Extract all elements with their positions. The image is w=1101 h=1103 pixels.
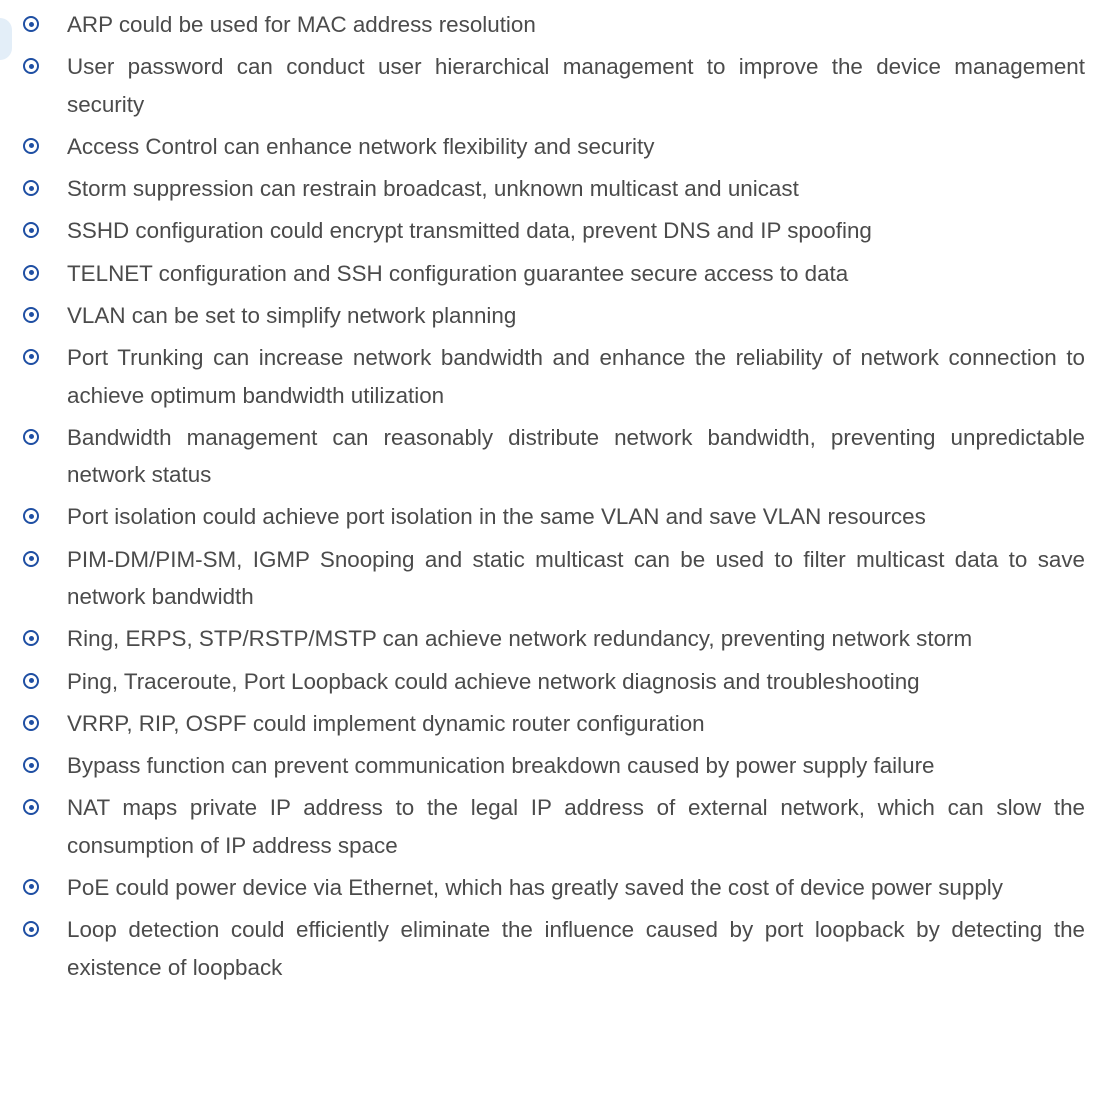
circled-dot-bullet-icon — [23, 508, 39, 525]
feature-list: ARP could be used for MAC address resolu… — [0, 0, 1101, 986]
feature-text: VLAN can be set to simplify network plan… — [67, 302, 517, 328]
list-item: PIM-DM/PIM-SM, IGMP Snooping and static … — [0, 541, 1101, 616]
feature-text: Bandwidth management can reasonably dist… — [67, 424, 1085, 488]
feature-page: ARP could be used for MAC address resolu… — [0, 0, 1101, 1103]
list-item: Ping, Traceroute, Port Loopback could ac… — [0, 663, 1101, 701]
list-item: Storm suppression can restrain broadcast… — [0, 170, 1101, 208]
feature-text: Port Trunking can increase network bandw… — [67, 344, 1085, 408]
circled-dot-bullet-icon — [23, 222, 39, 239]
circled-dot-bullet-icon — [23, 137, 39, 154]
list-item: Ring, ERPS, STP/RSTP/MSTP can achieve ne… — [0, 620, 1101, 658]
list-item: Loop detection could efficiently elimina… — [0, 911, 1101, 986]
circled-dot-bullet-icon — [23, 348, 39, 365]
feature-text: Storm suppression can restrain broadcast… — [67, 176, 799, 202]
feature-text: Bypass function can prevent communicatio… — [67, 753, 935, 778]
list-item: VRRP, RIP, OSPF could implement dynamic … — [0, 705, 1101, 743]
list-item: NAT maps private IP address to the legal… — [0, 789, 1101, 864]
circled-dot-bullet-icon — [23, 921, 39, 938]
feature-text: Ring, ERPS, STP/RSTP/MSTP can achieve ne… — [67, 626, 973, 652]
feature-text: TELNET configuration and SSH configurati… — [67, 260, 849, 286]
feature-text: Loop detection could efficiently elimina… — [67, 917, 1085, 980]
list-item: Bypass function can prevent communicatio… — [0, 747, 1101, 785]
list-item: VLAN can be set to simplify network plan… — [0, 297, 1101, 335]
feature-text: Port isolation could achieve port isolat… — [67, 504, 926, 530]
list-item: Bandwidth management can reasonably dist… — [0, 419, 1101, 494]
circled-dot-bullet-icon — [23, 630, 39, 647]
feature-text: NAT maps private IP address to the legal… — [67, 795, 1085, 858]
feature-text: SSHD configuration could encrypt transmi… — [67, 218, 872, 244]
feature-text: PoE could power device via Ethernet, whi… — [67, 874, 1003, 900]
list-item: Access Control can enhance network flexi… — [0, 128, 1101, 166]
feature-text: ARP could be used for MAC address resolu… — [67, 12, 536, 37]
feature-text: Access Control can enhance network flexi… — [67, 133, 655, 159]
circled-dot-bullet-icon — [23, 306, 39, 323]
circled-dot-bullet-icon — [23, 799, 39, 816]
circled-dot-bullet-icon — [23, 757, 39, 773]
circled-dot-bullet-icon — [23, 878, 39, 895]
circled-dot-bullet-icon — [23, 16, 39, 32]
circled-dot-bullet-icon — [23, 428, 39, 445]
circled-dot-bullet-icon — [23, 180, 39, 197]
circled-dot-bullet-icon — [23, 672, 39, 689]
list-item: Port isolation could achieve port isolat… — [0, 498, 1101, 536]
list-item: ARP could be used for MAC address resolu… — [0, 6, 1101, 44]
list-item: Port Trunking can increase network bandw… — [0, 339, 1101, 414]
feature-text: PIM-DM/PIM-SM, IGMP Snooping and static … — [67, 546, 1085, 610]
feature-text: User password can conduct user hierarchi… — [67, 54, 1085, 117]
list-item: User password can conduct user hierarchi… — [0, 48, 1101, 123]
feature-text: VRRP, RIP, OSPF could implement dynamic … — [67, 710, 705, 736]
circled-dot-bullet-icon — [23, 58, 39, 75]
list-item: SSHD configuration could encrypt transmi… — [0, 212, 1101, 250]
circled-dot-bullet-icon — [23, 550, 39, 567]
list-item: TELNET configuration and SSH configurati… — [0, 255, 1101, 293]
feature-text: Ping, Traceroute, Port Loopback could ac… — [67, 668, 920, 694]
list-item: PoE could power device via Ethernet, whi… — [0, 869, 1101, 907]
circled-dot-bullet-icon — [23, 264, 39, 281]
circled-dot-bullet-icon — [23, 714, 39, 731]
